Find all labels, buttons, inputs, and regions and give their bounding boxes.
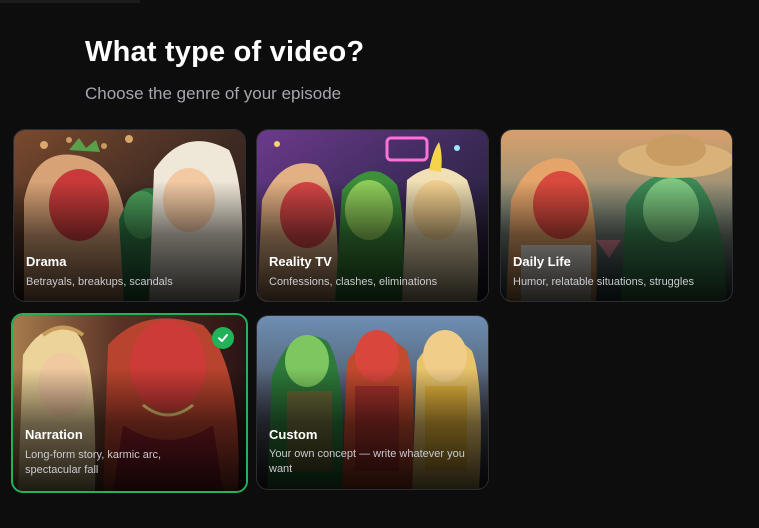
genre-title: Reality TV [269,254,332,269]
genre-card-daily-life[interactable]: Daily Life Humor, relatable situations, … [500,129,733,302]
genre-description: Your own concept — write whatever you wa… [269,448,465,475]
genre-card-custom[interactable]: Custom Your own concept — write whatever… [256,315,489,490]
selected-checkmark-icon [212,327,234,349]
genre-title: Custom [269,427,318,442]
genre-title: Drama [26,254,67,269]
page-subtitle: Choose the genre of your episode [85,84,342,103]
genre-card-narration[interactable]: Narration Long-form story, karmic arc, s… [11,313,248,493]
genre-card-reality-tv[interactable]: Reality TV Confessions, clashes, elimina… [256,129,489,302]
page-title: What type of video? [85,36,365,68]
genre-description: Humor, relatable situations, struggles [513,276,694,288]
genre-description: Confessions, clashes, eliminations [269,276,438,288]
genre-description: Long-form story, karmic arc, spectacular… [25,449,162,476]
top-bar-strip [0,0,140,3]
genre-card-drama[interactable]: Drama Betrayals, breakups, scandals [13,129,246,302]
genre-title: Daily Life [513,254,571,269]
genre-title: Narration [25,427,83,442]
genre-description: Betrayals, breakups, scandals [26,276,173,288]
